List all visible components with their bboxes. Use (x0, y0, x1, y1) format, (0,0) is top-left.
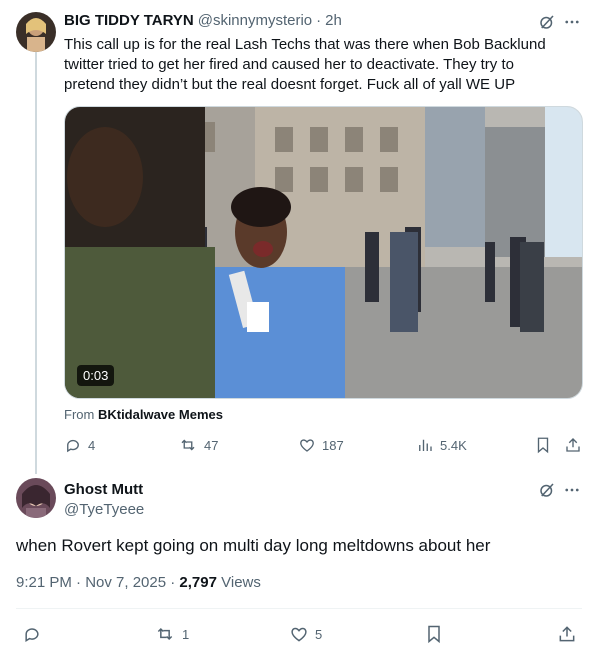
avatar[interactable] (16, 478, 56, 518)
reply-button[interactable] (22, 624, 42, 644)
repost-button[interactable]: 47 (178, 436, 218, 454)
attribution-source[interactable]: BKtidalwave Memes (98, 407, 223, 422)
video-attribution: From BKtidalwave Memes (64, 407, 223, 422)
tweet-text: when Rovert kept going on multi day long… (16, 536, 491, 555)
like-icon (300, 439, 314, 452)
repost-icon (157, 627, 173, 641)
views-icon (419, 439, 432, 451)
tweet-time[interactable]: 2h (325, 12, 342, 29)
reply-button[interactable]: 4 (64, 436, 95, 454)
avatar[interactable] (16, 12, 56, 52)
video-player[interactable]: 0:03 (64, 106, 583, 399)
views-count: 5.4K (440, 437, 467, 453)
attribution-prefix: From (64, 407, 95, 422)
reply-icon (67, 439, 79, 453)
repost-count: 47 (204, 437, 219, 453)
timestamp-text[interactable]: 9:21 PM · Nov 7, 2025 · (16, 574, 179, 591)
views-button[interactable]: 5.4K (416, 436, 467, 454)
separator-dot: · (316, 12, 322, 29)
views-label: Views (216, 574, 261, 591)
bookmark-icon (428, 625, 440, 644)
tweet1-header: BIG TIDDY TARYN @skinnymysterio · 2h (64, 12, 342, 29)
handle[interactable]: @TyeTyeee (64, 501, 144, 518)
like-count: 187 (322, 437, 344, 453)
bookmark-button[interactable] (534, 436, 552, 454)
more-icon[interactable] (561, 480, 583, 500)
display-name[interactable]: Ghost Mutt (64, 481, 143, 498)
divider (16, 608, 582, 609)
like-count: 5 (315, 626, 323, 642)
reply-count: 4 (88, 437, 96, 453)
more-icon[interactable] (561, 12, 583, 32)
share-button[interactable] (557, 624, 577, 644)
display-name[interactable]: BIG TIDDY TARYN (64, 12, 194, 29)
grok-icon[interactable] (537, 480, 557, 500)
handle[interactable]: @skinnymysterio (198, 12, 312, 29)
share-icon (566, 438, 580, 452)
grok-icon[interactable] (537, 12, 557, 32)
like-button[interactable]: 5 (289, 624, 322, 644)
tweet-timestamp: 9:21 PM · Nov 7, 2025 · 2,797 Views (16, 574, 261, 591)
repost-icon (181, 439, 195, 451)
reply-icon (25, 628, 39, 643)
tweet-text: This call up is for the real Lash Techs … (64, 36, 546, 93)
repost-button[interactable]: 1 (154, 624, 189, 644)
views-count: 2,797 (179, 574, 217, 591)
share-button[interactable] (564, 436, 582, 454)
bookmark-button[interactable] (424, 624, 444, 644)
share-icon (559, 626, 575, 642)
bookmark-icon (537, 437, 549, 454)
like-button[interactable]: 187 (298, 436, 344, 454)
video-duration-badge: 0:03 (77, 365, 115, 386)
video-frame (65, 107, 582, 398)
like-icon (291, 627, 307, 642)
repost-count: 1 (182, 626, 190, 642)
thread-connector (35, 52, 37, 474)
